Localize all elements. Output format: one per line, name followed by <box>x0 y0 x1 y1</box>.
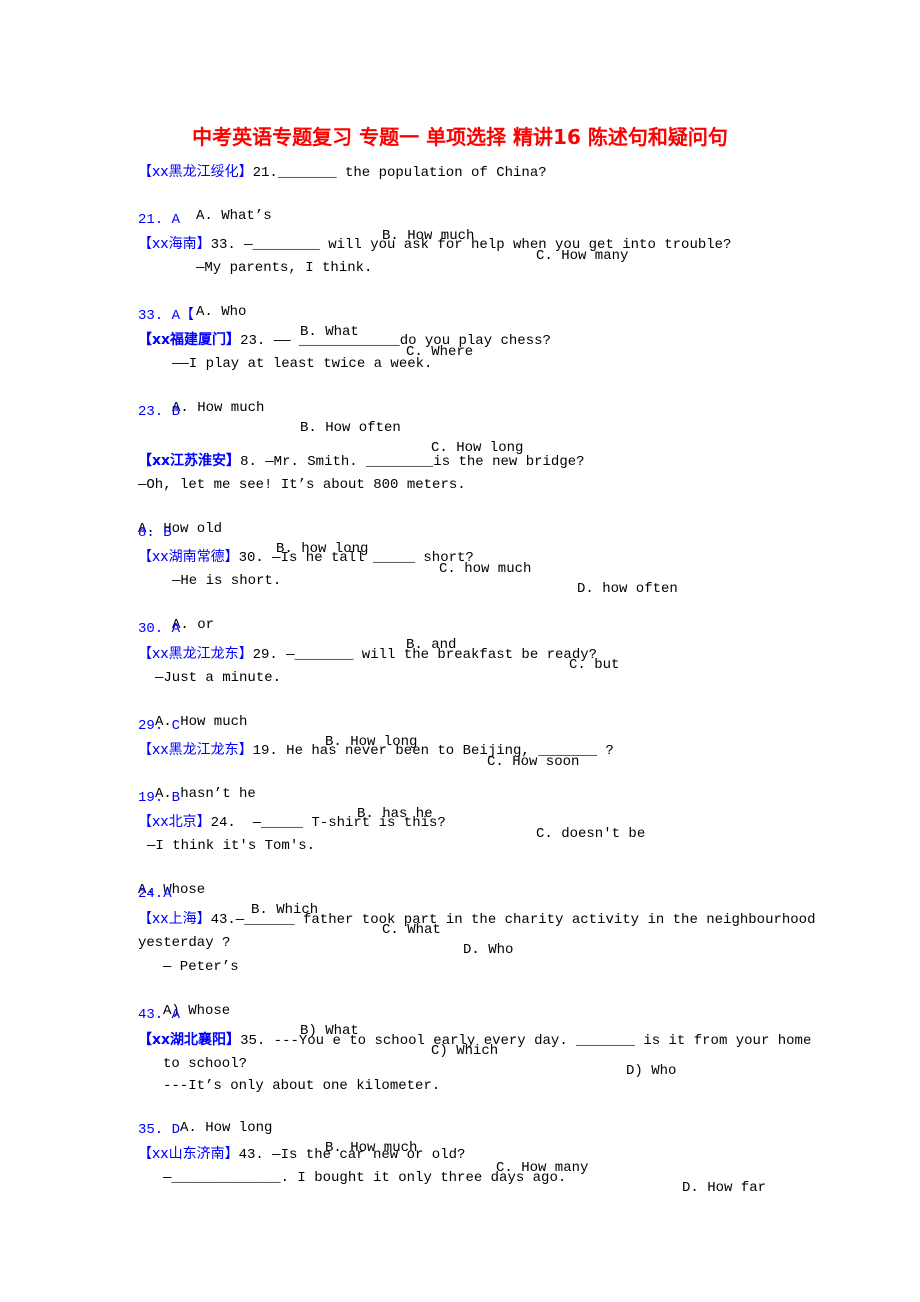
question-options: A. Who B. What C. Where <box>0 282 920 360</box>
question-source: 【xx江苏淮安】 <box>138 453 241 469</box>
question-text: 33. —________ will you ask for help when… <box>210 237 732 253</box>
option: D. How far <box>682 1180 767 1196</box>
question-source: 【xx湖南常德】 <box>138 549 239 565</box>
question-source: 【xx黑龙江龙东】 <box>138 742 253 758</box>
question-options: A. What’s B. How much C. How many <box>0 186 920 264</box>
question-options: A. How long B. How much C. How many D. H… <box>0 1098 920 1196</box>
question-reply: —_____________. I bought it only three d… <box>163 1170 567 1186</box>
question-stem: 【xx湖南常德】30. —Is he tall _____ short? <box>138 547 474 567</box>
question-stem: 【xx湖北襄阳】35. ---You e to school early eve… <box>138 1030 811 1050</box>
question-options: A. How much B. How often C. How long <box>0 378 920 456</box>
question-source: 【xx湖北襄阳】 <box>138 1032 241 1048</box>
option: A. How long <box>180 1120 273 1136</box>
option: B. How often <box>300 420 401 436</box>
question-text: 19. He has never been to Beijing, ______… <box>252 743 614 759</box>
question-text: 8. —Mr. Smith. ________is the new bridge… <box>240 454 585 470</box>
question-reply: —He is short. <box>172 573 282 589</box>
question-options: A. or B. and C. but <box>0 595 920 673</box>
question-text: 21._______ the population of China? <box>252 165 547 181</box>
question-options: A. hasn’t he B. has he C. doesn't be <box>0 764 920 842</box>
option: A. How much <box>172 400 265 416</box>
question-options: A) Whose B) What C) Which D) Who <box>0 981 920 1079</box>
question-reply: — Peter’s <box>163 959 239 975</box>
question-text-continued: yesterday ? <box>138 935 231 951</box>
answer: 33. A【 <box>138 308 195 324</box>
question-text: 35. ---You e to school early every day. … <box>240 1033 812 1049</box>
option: D. Who <box>463 942 514 958</box>
question-stem: 【xx黑龙江绥化】21._______ the population of Ch… <box>138 162 547 182</box>
question-reply: —My parents, I think. <box>196 260 373 276</box>
option: A. Who <box>196 304 247 320</box>
question-text: 29. —_______ will the breakfast be ready… <box>252 647 598 663</box>
option: C. doesn't be <box>536 826 646 842</box>
question-source: 【xx黑龙江绥化】 <box>138 164 253 180</box>
answer: 19. B <box>138 790 181 806</box>
answer: 24.A <box>138 886 172 902</box>
question-stem: 【xx上海】43.—______ father took part in the… <box>138 909 815 929</box>
answer: 29. C <box>138 718 181 734</box>
question-text: 43.—______ father took part in the chari… <box>210 912 816 928</box>
answer: 8. B <box>138 525 172 541</box>
question-source: 【xx上海】 <box>138 911 211 927</box>
question-reply: —I think it's Tom's. <box>147 838 316 854</box>
question-source: 【xx海南】 <box>138 236 211 252</box>
question-source: 【xx福建厦门】 <box>138 332 241 348</box>
question-options: A. How much B. How long C. How soon <box>0 692 920 770</box>
question-stem: 【xx山东济南】43. —Is the car new or old? <box>138 1144 465 1164</box>
option: A. What’s <box>196 208 272 224</box>
question-reply: —Just a minute. <box>155 670 282 686</box>
question-source: 【xx北京】 <box>138 814 211 830</box>
question-source: 【xx黑龙江龙东】 <box>138 646 253 662</box>
question-reply: ---It’s only about one kilometer. <box>163 1078 441 1094</box>
question-source: 【xx山东济南】 <box>138 1146 239 1162</box>
answer: 21. A <box>138 212 181 228</box>
question-stem: 【xx北京】24. —_____ T-shirt is this? <box>138 812 446 832</box>
answer: 23. B <box>138 404 181 420</box>
question-text: 43. —Is the car new or old? <box>238 1147 466 1163</box>
question-text: 23. —— ____________do you play chess? <box>240 333 551 349</box>
question-stem: 【xx黑龙江龙东】29. —_______ will the breakfast… <box>138 644 597 664</box>
answer: 43. A <box>138 1007 181 1023</box>
question-reply: ——I play at least twice a week. <box>172 356 433 372</box>
question-options: A. Whose B. Which C. What D. Who <box>0 860 920 958</box>
question-text: 30. —Is he tall _____ short? <box>238 550 474 566</box>
question-stem: 【xx海南】33. —________ will you ask for hel… <box>138 234 731 254</box>
question-text-continued: to school? <box>163 1056 248 1072</box>
page-title: 中考英语专题复习 专题一 单项选择 精讲16 陈述句和疑问句 <box>192 125 728 149</box>
question-stem: 【xx黑龙江龙东】19. He has never been to Beijin… <box>138 740 614 760</box>
question-text: 24. —_____ T-shirt is this? <box>210 815 446 831</box>
option: D) Who <box>626 1063 677 1079</box>
question-stem: 【xx福建厦门】23. —— ____________do you play c… <box>138 330 551 350</box>
question-stem: 【xx江苏淮安】8. —Mr. Smith. ________is the ne… <box>138 451 585 471</box>
question-reply: —Oh, let me see! It’s about 800 meters. <box>138 477 466 493</box>
document-page: 中考英语专题复习 专题一 单项选择 精讲16 陈述句和疑问句 【xx黑龙江绥化】… <box>0 0 920 1302</box>
answer: 35. D <box>138 1122 181 1138</box>
question-options: A. How old B. how long C. how much D. ho… <box>0 499 920 597</box>
answer: 30. A <box>138 621 181 637</box>
